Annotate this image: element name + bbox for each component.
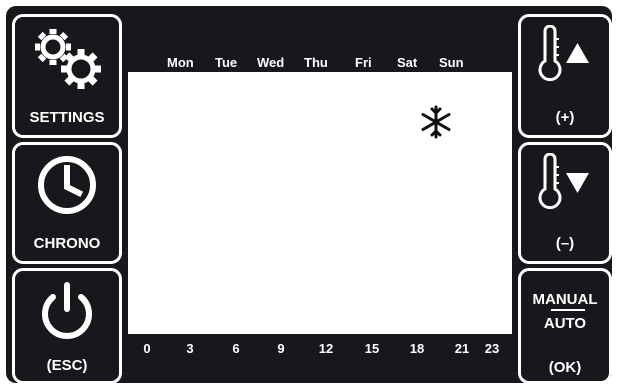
day-label: Mon <box>167 55 194 70</box>
day-label: Wed <box>257 55 285 70</box>
thermometer-up-icon <box>538 25 589 82</box>
thermometer-down-icon <box>538 153 589 210</box>
hour-label: 21 <box>454 341 470 356</box>
hour-label: 9 <box>277 341 285 356</box>
esc-label: (ESC) <box>46 357 88 374</box>
mode-divider <box>551 309 585 311</box>
manual-label: MANUAL <box>532 291 598 308</box>
hour-label: 23 <box>484 341 500 356</box>
day-label: Tue <box>215 55 238 70</box>
temp-up-label: (+) <box>555 109 575 126</box>
chrono-label: CHRONO <box>33 235 101 252</box>
temp-up-button[interactable]: (+) <box>518 14 612 138</box>
hour-label: 15 <box>364 341 380 356</box>
day-label: Sat <box>397 55 418 70</box>
ok-label: (OK) <box>548 359 582 376</box>
snowflake-icon <box>421 105 451 139</box>
temp-down-button[interactable]: (–) <box>518 142 612 264</box>
display-screen <box>128 72 512 334</box>
gears-icon <box>35 29 101 89</box>
hour-label: 12 <box>318 341 334 356</box>
hour-label: 3 <box>186 341 194 356</box>
hour-label: 0 <box>143 341 151 356</box>
settings-button[interactable]: SETTINGS <box>12 14 122 138</box>
temp-down-label: (–) <box>555 235 575 252</box>
manual-auto-ok-button[interactable]: MANUAL AUTO (OK) <box>518 268 612 384</box>
day-label: Fri <box>355 55 372 70</box>
auto-label: AUTO <box>543 315 587 332</box>
settings-label: SETTINGS <box>29 109 105 126</box>
day-label: Sun <box>439 55 464 70</box>
day-label: Thu <box>304 55 328 70</box>
hour-label: 6 <box>232 341 240 356</box>
power-icon <box>42 282 92 339</box>
chrono-button[interactable]: CHRONO <box>12 142 122 264</box>
hour-label: 18 <box>409 341 425 356</box>
esc-button[interactable]: (ESC) <box>12 268 122 384</box>
thermostat-panel: SETTINGS CHRONO (ESC) Mon Tue Wed Thu Fr… <box>0 0 618 387</box>
clock-icon <box>38 156 96 214</box>
